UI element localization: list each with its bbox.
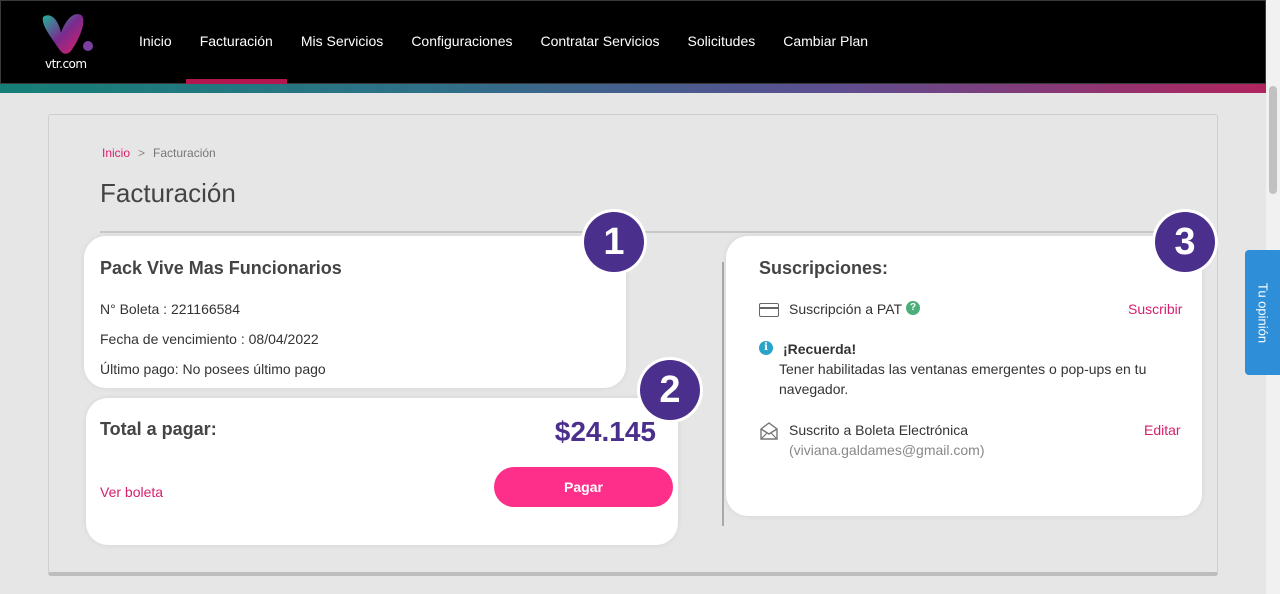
main-nav: Inicio Facturación Mis Servicios Configu… [125, 1, 882, 85]
breadcrumb-separator: > [138, 146, 146, 160]
subscriptions-title: Suscripciones: [759, 258, 889, 278]
nav-item-facturacion[interactable]: Facturación [185, 1, 287, 85]
view-bill-link[interactable]: Ver boleta [100, 484, 163, 500]
nav-item-cambiar-plan[interactable]: Cambiar Plan [769, 1, 882, 85]
step-badge-1: 1 [584, 212, 644, 272]
nav-item-mis-servicios[interactable]: Mis Servicios [287, 1, 397, 85]
ebill-label: Suscrito a Boleta Electrónica [789, 422, 968, 438]
due-date: Fecha de vencimiento : 08/04/2022 [100, 331, 319, 347]
pat-subscription-label: Suscripción a PAT [789, 301, 903, 317]
logo-text: vtr.com [45, 57, 87, 71]
pay-button[interactable]: Pagar [494, 467, 673, 507]
breadcrumb-home-link[interactable]: Inicio [102, 146, 130, 160]
total-label: Total a pagar: [100, 419, 217, 439]
bill-number: N° Boleta : 221166584 [100, 301, 240, 317]
total-amount: $24.145 [554, 416, 656, 447]
top-navbar: vtr.com Inicio Facturación Mis Servicios… [0, 0, 1266, 85]
nav-item-solicitudes[interactable]: Solicitudes [674, 1, 770, 85]
breadcrumb: Inicio > Facturación [102, 146, 216, 160]
nav-item-inicio[interactable]: Inicio [125, 1, 186, 85]
feedback-tab[interactable]: Tu opinión [1245, 250, 1280, 375]
envelope-icon [760, 422, 778, 440]
title-divider [100, 231, 1210, 233]
reminder-text-line1: Tener habilitadas las ventanas emergente… [779, 361, 1147, 377]
feedback-tab-label: Tu opinión [1255, 282, 1270, 343]
credit-card-icon [759, 303, 779, 317]
nav-item-configuraciones[interactable]: Configuraciones [397, 1, 526, 85]
edit-ebill-link[interactable]: Editar [1144, 422, 1181, 438]
subscribe-pat-link[interactable]: Suscribir [1128, 301, 1182, 317]
step-badge-3: 3 [1155, 212, 1215, 272]
help-icon[interactable]: ? [906, 301, 920, 315]
info-icon: i [759, 341, 773, 355]
reminder-text-line2: navegador. [779, 381, 849, 397]
scrollbar-thumb[interactable] [1269, 86, 1277, 194]
header-gradient-bar [0, 84, 1266, 93]
step-badge-2: 2 [640, 360, 700, 420]
nav-item-contratar-servicios[interactable]: Contratar Servicios [526, 1, 673, 85]
ebill-email: (viviana.galdames@gmail.com) [789, 442, 985, 458]
vertical-divider [722, 262, 724, 526]
page-title: Facturación [100, 178, 236, 208]
breadcrumb-current: Facturación [153, 146, 216, 160]
plan-name: Pack Vive Mas Funcionarios [100, 258, 342, 278]
reminder-title: ¡Recuerda! [783, 341, 857, 357]
last-payment: Último pago: No posees último pago [100, 361, 326, 377]
